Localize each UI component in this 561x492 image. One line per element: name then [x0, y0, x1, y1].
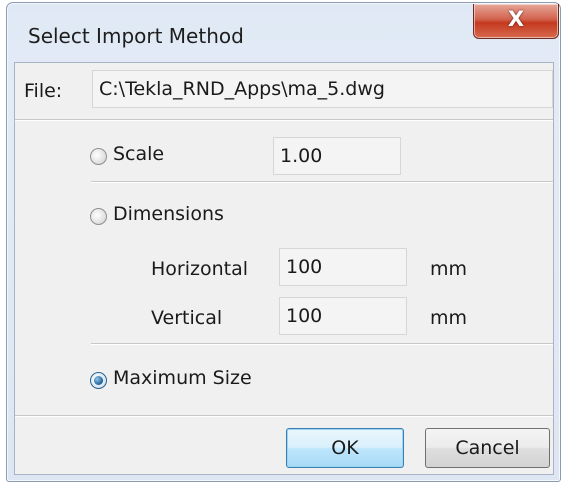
separator — [15, 119, 553, 121]
file-label: File: — [24, 80, 63, 102]
dimensions-radio[interactable] — [90, 208, 107, 225]
vertical-input[interactable]: 100 — [279, 297, 407, 335]
scale-input[interactable]: 1.00 — [273, 137, 401, 175]
separator — [15, 415, 553, 417]
cancel-button[interactable]: Cancel — [425, 428, 550, 468]
maximum-size-radio[interactable] — [90, 372, 107, 389]
title-bar[interactable]: Select Import Method X — [6, 2, 559, 62]
file-path-field[interactable]: C:\Tekla_RND_Apps\ma_5.dwg — [92, 70, 553, 108]
dimensions-label: Dimensions — [113, 203, 224, 225]
separator — [91, 181, 553, 183]
window-title: Select Import Method — [28, 24, 244, 48]
vertical-unit: mm — [430, 307, 468, 329]
dialog-body: File: C:\Tekla_RND_Apps\ma_5.dwg Scale 1… — [14, 62, 554, 475]
import-method-dialog: Select Import Method X File: C:\Tekla_RN… — [0, 0, 561, 492]
horizontal-unit: mm — [430, 258, 468, 280]
separator — [91, 343, 553, 345]
horizontal-label: Horizontal — [151, 258, 249, 280]
close-icon: X — [507, 7, 525, 31]
close-button[interactable]: X — [473, 4, 559, 39]
radio-selected-dot — [94, 376, 103, 385]
vertical-label: Vertical — [151, 307, 223, 329]
horizontal-input[interactable]: 100 — [279, 248, 407, 286]
ok-button[interactable]: OK — [286, 428, 404, 468]
maximum-size-label: Maximum Size — [113, 367, 252, 389]
scale-label: Scale — [113, 143, 165, 165]
scale-radio[interactable] — [90, 148, 107, 165]
